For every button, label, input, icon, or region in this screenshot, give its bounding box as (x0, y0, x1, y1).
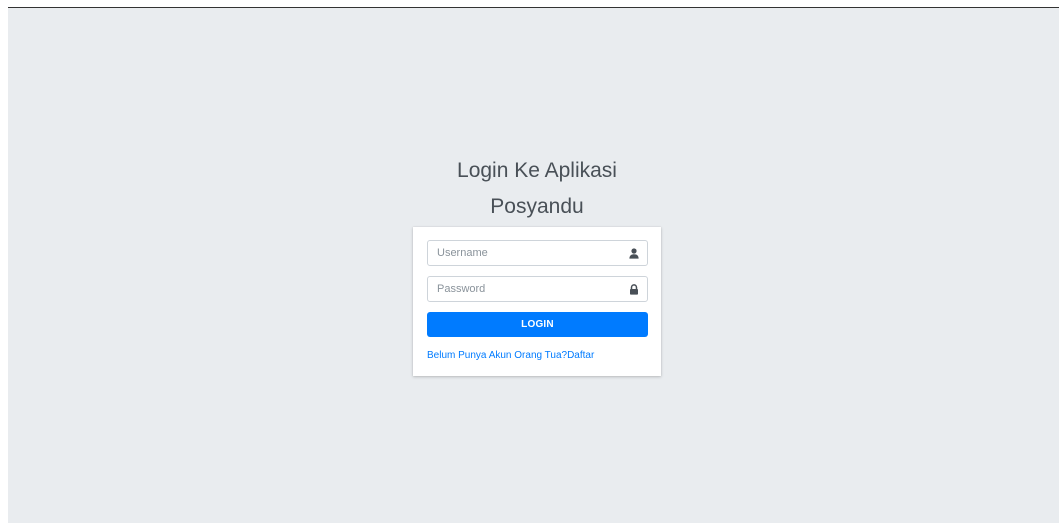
user-icon (621, 241, 647, 265)
username-input-group (427, 240, 648, 266)
username-input[interactable] (428, 241, 621, 265)
page-background: Login Ke Aplikasi Posyandu Username LOGI… (8, 7, 1059, 523)
register-link[interactable]: Belum Punya Akun Orang Tua?Daftar (427, 350, 594, 361)
login-box: Login Ke Aplikasi Posyandu Username LOGI… (413, 153, 661, 376)
login-title-line-2: Posyandu (490, 195, 584, 218)
password-input[interactable] (428, 277, 621, 301)
login-form: LOGIN Belum Punya Akun Orang Tua?Daftar (427, 240, 648, 363)
login-card: LOGIN Belum Punya Akun Orang Tua?Daftar (413, 227, 661, 376)
lock-icon (621, 277, 647, 301)
password-input-group (427, 276, 648, 302)
login-title: Login Ke Aplikasi Posyandu (413, 153, 661, 225)
login-button[interactable]: LOGIN (427, 312, 648, 337)
login-title-line-1: Login Ke Aplikasi (457, 159, 617, 182)
